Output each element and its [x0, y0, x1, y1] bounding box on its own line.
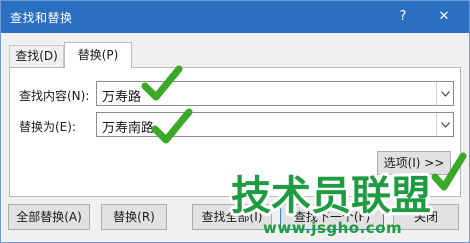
dialog-title: 查找和替换 — [10, 11, 73, 25]
close-button[interactable]: 关闭 — [393, 204, 459, 230]
find-what-label: 查找内容(N): — [19, 89, 90, 103]
find-replace-dialog: 查找和替换 ? ✕ 查找(D) 替换(P) 查找内容(N): 万寿路 替换为(E… — [0, 0, 470, 243]
find-dropdown-button[interactable] — [436, 82, 453, 105]
find-what-value: 万寿路 — [102, 90, 142, 105]
find-next-button[interactable]: 查找下一个(F) — [280, 204, 384, 230]
replace-with-input[interactable]: 万寿南路 — [96, 112, 454, 137]
find-what-input[interactable]: 万寿路 — [96, 81, 454, 106]
options-button[interactable]: 选项(I) >> — [377, 151, 451, 175]
help-button[interactable]: ? — [393, 7, 413, 27]
tab-replace[interactable]: 替换(P) — [64, 42, 132, 68]
tab-find[interactable]: 查找(D) — [9, 45, 64, 67]
find-all-button[interactable]: 查找全部(I) — [192, 204, 272, 230]
replace-with-label: 替换为(E): — [19, 120, 76, 134]
replace-with-value: 万寿南路 — [102, 121, 155, 136]
replace-button[interactable]: 替换(R) — [101, 204, 167, 230]
chevron-down-icon — [441, 122, 450, 128]
replace-all-button[interactable]: 全部替换(A) — [8, 204, 90, 230]
chevron-down-icon — [441, 91, 450, 97]
title-bar: 查找和替换 ? ✕ — [1, 1, 469, 33]
close-window-button[interactable]: ✕ — [433, 7, 455, 27]
replace-dropdown-button[interactable] — [436, 113, 453, 136]
